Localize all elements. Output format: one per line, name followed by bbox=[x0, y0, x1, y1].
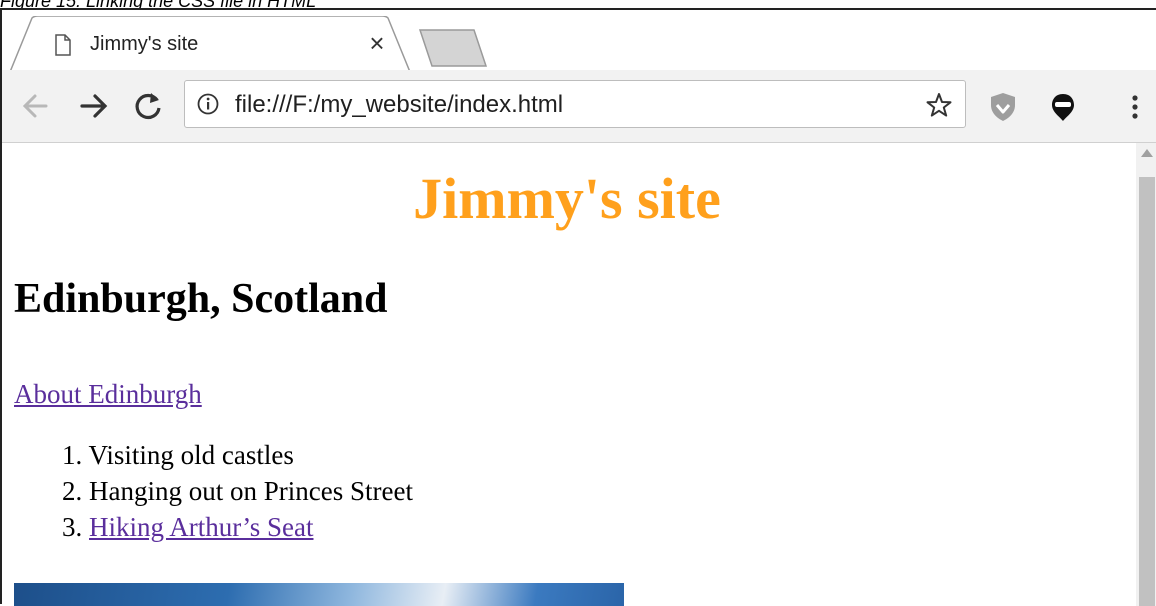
list-item-text: Hanging out on Princes Street bbox=[89, 476, 413, 506]
list-item-number: 3. bbox=[62, 512, 83, 542]
scroll-thumb[interactable] bbox=[1139, 177, 1155, 606]
list-item-text: Visiting old castles bbox=[88, 440, 294, 470]
tab-active[interactable]: Jimmy's site × bbox=[10, 16, 410, 72]
vertical-scrollbar[interactable] bbox=[1136, 143, 1156, 606]
menu-icon[interactable] bbox=[1118, 90, 1152, 124]
bookmark-star-icon[interactable] bbox=[925, 91, 953, 119]
figure-caption: Figure 15: Linking the CSS file in HTML bbox=[0, 0, 317, 11]
toolbar: file:///F:/my_website/index.html bbox=[2, 70, 1156, 143]
page-title: Jimmy's site bbox=[413, 166, 721, 231]
browser-window: Jimmy's site × file:///F:/my_website/ind… bbox=[0, 8, 1156, 606]
about-edinburgh-link[interactable]: About Edinburgh bbox=[14, 379, 202, 410]
list-item-number: 1. bbox=[62, 440, 83, 470]
tab-title: Jimmy's site bbox=[90, 33, 199, 55]
list-item: 3. Hiking Arthur’s Seat bbox=[62, 509, 413, 545]
forward-icon[interactable] bbox=[76, 88, 112, 124]
back-icon[interactable] bbox=[18, 88, 54, 124]
page-content: Jimmy's site Edinburgh, Scotland About E… bbox=[2, 143, 1136, 606]
info-icon[interactable] bbox=[197, 93, 219, 115]
scroll-up-arrow-icon[interactable] bbox=[1141, 149, 1153, 157]
edinburgh-photo bbox=[14, 583, 624, 606]
ordered-list: 1. Visiting old castles 2. Hanging out o… bbox=[62, 437, 413, 545]
close-icon[interactable]: × bbox=[362, 28, 392, 58]
mask-extension-icon[interactable] bbox=[1046, 90, 1080, 124]
shield-extension-icon[interactable] bbox=[986, 90, 1020, 124]
page-icon bbox=[55, 34, 71, 56]
list-item: 1. Visiting old castles bbox=[62, 437, 413, 473]
url-text[interactable]: file:///F:/my_website/index.html bbox=[235, 91, 563, 119]
list-item: 2. Hanging out on Princes Street bbox=[62, 473, 413, 509]
hiking-link[interactable]: Hiking Arthur’s Seat bbox=[89, 512, 314, 542]
address-bar[interactable]: file:///F:/my_website/index.html bbox=[184, 80, 966, 128]
tab-strip: Jimmy's site × bbox=[2, 10, 1156, 72]
new-tab-button[interactable] bbox=[416, 28, 488, 68]
section-heading: Edinburgh, Scotland bbox=[14, 276, 388, 322]
list-item-number: 2. bbox=[62, 476, 83, 506]
reload-icon[interactable] bbox=[130, 88, 166, 124]
